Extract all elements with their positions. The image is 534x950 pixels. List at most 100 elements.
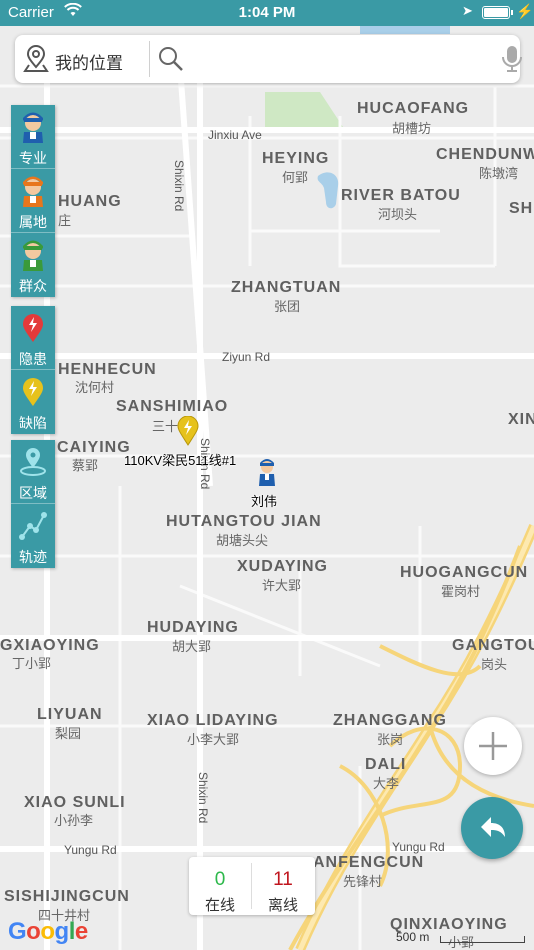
area-label-en: XIN	[508, 411, 534, 428]
red-pin-icon	[18, 312, 48, 344]
battery-tip	[511, 10, 513, 15]
filter-public-label: 群众	[19, 278, 47, 294]
location-pin-icon	[23, 45, 49, 78]
yellow-pin-icon	[18, 376, 48, 408]
worker-marker-label: 刘伟	[251, 494, 278, 509]
filter-defect-label: 缺陷	[19, 415, 47, 431]
filter-defect-button[interactable]: 缺陷	[11, 370, 55, 434]
return-button[interactable]	[461, 797, 523, 859]
area-label-cn: 何郢	[282, 170, 309, 185]
charging-icon: ⚡	[516, 3, 534, 19]
map-view[interactable]: HUCAOFANG 胡槽坊 HEYING 何郢 CHENDUNW 陈墩湾 RIV…	[0, 26, 534, 950]
personnel-panel: 专业 属地 群众	[11, 105, 55, 297]
filter-local-label: 属地	[19, 214, 47, 230]
filter-hazard-label: 隐患	[19, 351, 47, 367]
area-label-cn: 蔡郢	[72, 458, 99, 473]
my-location-label: 我的位置	[55, 54, 123, 73]
area-label-cn: 许大郢	[262, 578, 302, 593]
area-label-en: SH	[509, 200, 534, 217]
status-bar: Carrier 1:04 PM ➤ ⚡	[0, 0, 534, 26]
issue-panel: 隐患 缺陷	[11, 306, 55, 434]
scale-bar	[440, 936, 525, 943]
road-label: Yungu Rd	[392, 840, 445, 854]
area-button[interactable]: 区域	[11, 440, 55, 504]
area-label-en: SANSHIMIAO	[116, 398, 229, 415]
clock: 1:04 PM	[238, 4, 296, 21]
return-arrow-icon	[481, 817, 505, 837]
area-label-en: SISHIJINGCUN	[4, 888, 130, 905]
area-label-en: ZHANGTUAN	[231, 279, 342, 296]
my-location-button[interactable]: 我的位置	[15, 35, 135, 83]
area-label-en: DALI	[365, 756, 407, 773]
filter-public-button[interactable]: 群众	[11, 233, 55, 297]
location-arrow-icon: ➤	[462, 3, 473, 18]
online-label: 在线	[204, 897, 235, 914]
area-label-cn: 小李大郢	[187, 732, 240, 747]
worker-blue-icon	[18, 111, 48, 143]
area-label-cn: 张团	[274, 299, 301, 314]
area-label-cn: 先锋村	[343, 874, 383, 889]
area-label-en: ANFENGCUN	[313, 854, 425, 871]
area-label-en: HUDAYING	[147, 619, 239, 636]
worker-orange-icon	[18, 175, 48, 207]
defect-marker-label: 110KV梁民511线#1	[124, 453, 237, 468]
area-label-cn: 庄	[58, 213, 72, 228]
area-label-en: HUTANGTOU JIAN	[166, 513, 322, 530]
area-label-cn: 丁小郢	[12, 656, 52, 671]
online-count: 0	[214, 869, 226, 890]
offline-count: 11	[273, 869, 293, 890]
area-label-en: ZHANGGANG	[333, 712, 447, 729]
area-label-cn: 胡槽坊	[392, 121, 432, 136]
filter-hazard-button[interactable]: 隐患	[11, 306, 55, 370]
offline-stat[interactable]: 11 离线	[252, 857, 314, 915]
area-label-cn: 大李	[373, 776, 400, 791]
road-label: Shixin Rd	[172, 160, 186, 212]
area-label-cn: 张岗	[377, 732, 404, 747]
area-label-cn: 河坝头	[378, 207, 418, 222]
scale-label: 500 m	[396, 930, 430, 944]
area-label-en: LIYUAN	[37, 706, 103, 723]
track-label: 轨迹	[19, 549, 47, 565]
area-label-cn: 三十	[152, 419, 179, 434]
road-label: Yungu Rd	[64, 843, 117, 857]
road-label: Shixin Rd	[196, 772, 210, 824]
area-label-en: XUDAYING	[237, 558, 328, 575]
divider	[149, 41, 150, 77]
filter-professional-button[interactable]: 专业	[11, 105, 55, 169]
worker-green-icon	[18, 239, 48, 271]
area-label-cn: 胡大郢	[172, 639, 212, 654]
area-label-en: HEYING	[262, 150, 330, 167]
google-logo: Google	[8, 918, 88, 945]
area-label-en: HUOGANGCUN	[400, 564, 529, 581]
search-input[interactable]	[191, 45, 485, 75]
area-label-cn: 沈何村	[75, 380, 115, 395]
tools-panel: 区域 轨迹	[11, 440, 55, 568]
road-label: Jinxiu Ave	[208, 128, 262, 142]
track-button[interactable]: 轨迹	[11, 504, 55, 568]
online-stat[interactable]: 0 在线	[189, 857, 251, 915]
filter-local-button[interactable]: 属地	[11, 169, 55, 233]
area-label-cn: 胡塘头尖	[216, 533, 269, 548]
area-label-en: HUANG	[58, 193, 122, 210]
area-icon	[18, 446, 48, 478]
area-label-en: CHENDUNW	[436, 146, 534, 163]
search-bar: 我的位置	[15, 35, 523, 83]
area-label-en: HUCAOFANG	[357, 100, 470, 117]
area-label-cn: 小孙李	[54, 813, 94, 828]
plus-icon	[479, 732, 507, 760]
battery-icon	[482, 6, 510, 19]
filter-professional-label: 专业	[19, 150, 47, 166]
area-label: 区域	[19, 485, 47, 501]
area-label-en: RIVER BATOU	[341, 187, 461, 204]
area-label-cn: 陈墩湾	[479, 166, 519, 181]
road-label: Ziyun Rd	[222, 350, 271, 364]
area-label-cn: 梨园	[55, 726, 82, 741]
track-icon	[18, 510, 48, 542]
offline-label: 离线	[267, 897, 298, 914]
zoom-in-button[interactable]	[464, 717, 522, 775]
area-label-en: XIAO LIDAYING	[147, 712, 279, 729]
area-label-cn: 岗头	[481, 657, 508, 672]
search-icon	[158, 46, 184, 77]
status-summary: 0 在线 11 离线	[189, 857, 315, 915]
microphone-icon[interactable]	[501, 45, 523, 78]
